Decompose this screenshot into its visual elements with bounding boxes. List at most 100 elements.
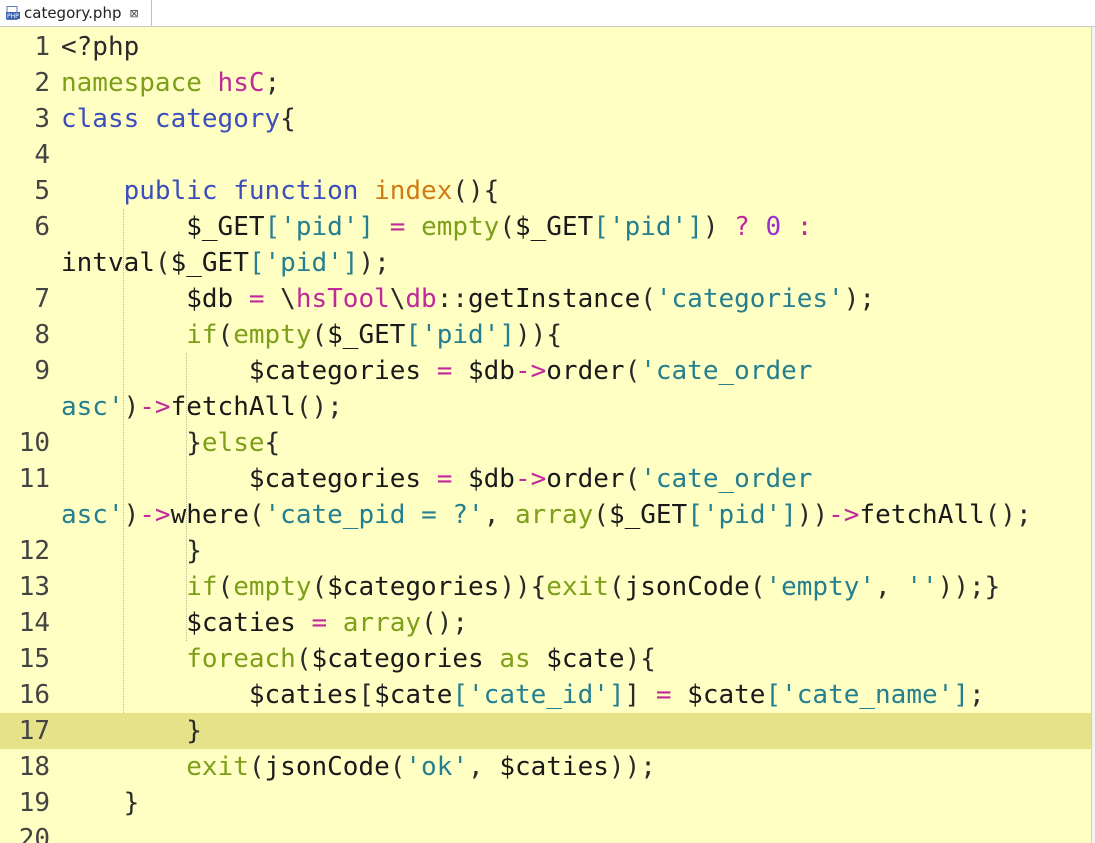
code-token: ( [295,644,312,674]
code-token: empty [233,572,312,602]
code-token: } [186,536,202,566]
code-token: , [875,572,907,602]
code-token: , [483,500,515,530]
code-line[interactable]: 2 namespace hsC; [0,65,1091,101]
code-text: $_GET['pid'] = empty($_GET['pid']) ? 0 : [61,209,812,245]
code-token: if [186,320,218,350]
code-token: ['cate_name'] [765,680,969,710]
code-editor[interactable]: 1 <?php 2 namespace hsC; 3 class category{4 5 … [0,27,1091,843]
code-token: fetchAll [170,392,296,422]
code-token: : [796,212,813,242]
code-token: class [61,104,155,134]
code-line[interactable]: 5 public function index(){ [0,173,1091,209]
code-token: getInstance [468,284,641,314]
line-number: 16 [18,680,50,710]
code-token: ) [123,392,140,422]
code-token: $cate [687,680,766,710]
code-line[interactable]: 7 $db = \hsTool\db::getInstance('categor… [0,281,1091,317]
code-token: { [264,428,281,458]
line-number: 19 [18,788,50,818]
code-token: index [374,176,453,206]
code-token: ( [311,320,328,350]
code-token: = [655,680,672,710]
code-line[interactable]: asc')->fetchAll(); [0,389,1091,425]
code-token: (); [295,392,343,422]
code-line[interactable]: 17 } [0,713,1091,749]
code-line[interactable]: 8 if(empty($_GET['pid'])){ [0,317,1091,353]
code-text: } [61,713,202,749]
code-text: class category{ [61,101,296,137]
code-token: = [436,356,453,386]
code-token: } [186,716,202,746]
code-token: $_GET [327,320,406,350]
tab-category-php[interactable]: PHP category.php ⊠ [0,0,152,26]
code-line[interactable]: 15 foreach($categories as $cate){ [0,641,1091,677]
code-token: { [530,572,547,602]
code-line[interactable]: 3 class category{ [0,101,1091,137]
code-line[interactable]: 10 }else{ [0,425,1091,461]
code-line[interactable]: 11 $categories = $db->order('cate_order [0,461,1091,497]
line-number: 9 [34,356,50,386]
code-line[interactable]: 4 [0,137,1091,173]
code-token: ){ [624,644,656,674]
line-number: 5 [34,176,50,206]
code-token: if [186,572,218,602]
code-text: asc')->fetchAll(); [61,389,343,425]
code-line[interactable]: 13 if(empty($categories)){exit(jsonCode(… [0,569,1091,605]
vertical-scrollbar[interactable] [1091,27,1095,843]
code-token: $caties [186,608,296,638]
code-token: ); [843,284,876,314]
code-token: = [436,464,453,494]
code-line[interactable]: 6 $_GET['pid'] = empty($_GET['pid']) ? 0… [0,209,1091,245]
code-text: asc')->where('cate_pid = ?', array($_GET… [61,497,1032,533]
code-token: $caties [248,680,359,710]
code-token: (); [984,500,1032,530]
code-token: )) [796,500,829,530]
code-token: -> [139,392,171,422]
code-token: empty [233,320,312,350]
code-token: ['pid'] [264,212,375,242]
code-token: ) [123,500,140,530]
code-line[interactable]: 20 [0,821,1091,843]
code-token: ['pid'] [593,212,703,242]
code-token: ( [217,572,234,602]
code-token: jsonCode [624,572,750,602]
code-token: )) [499,572,531,602]
code-line[interactable]: 16 $caties[$cate['cate_id']] = $cate['ca… [0,677,1091,713]
code-token: , [468,752,500,782]
code-token: -> [139,500,171,530]
code-token: ['cate_id'] [452,680,625,710]
code-line[interactable]: 18 exit(jsonCode('ok', $caties)); [0,749,1091,785]
code-line[interactable]: intval($_GET['pid']); [0,245,1091,281]
code-line[interactable]: 14 $caties = array(); [0,605,1091,641]
code-line[interactable]: 19 } [0,785,1091,821]
code-token: hsC [217,68,265,98]
code-token: ( [248,752,265,782]
code-line[interactable]: 9 $categories = $db->order('cate_order [0,353,1091,389]
code-token: [ [358,680,375,710]
code-token: $categories [327,572,500,602]
line-number: 18 [18,752,50,782]
code-token: empty [421,212,500,242]
code-token: ) [702,212,719,242]
code-token: )) [515,320,547,350]
code-line[interactable]: 12 } [0,533,1091,569]
code-token: 'ok' [405,752,469,782]
code-token: foreach [186,644,296,674]
code-line[interactable]: asc')->where('cate_pid = ?', array($_GET… [0,497,1091,533]
close-icon[interactable]: ⊠ [129,7,138,20]
code-text: $db = \hsTool\db::getInstance('categorie… [61,281,875,317]
code-token: $db [468,464,515,494]
code-token: ); [358,248,390,278]
code-text: if(empty($_GET['pid'])){ [61,317,562,353]
code-token: )); [608,752,656,782]
code-token: exit [546,572,609,602]
code-token: :: [436,284,469,314]
code-token: $_GET [608,500,688,530]
code-line[interactable]: 1 <?php [0,29,1091,65]
